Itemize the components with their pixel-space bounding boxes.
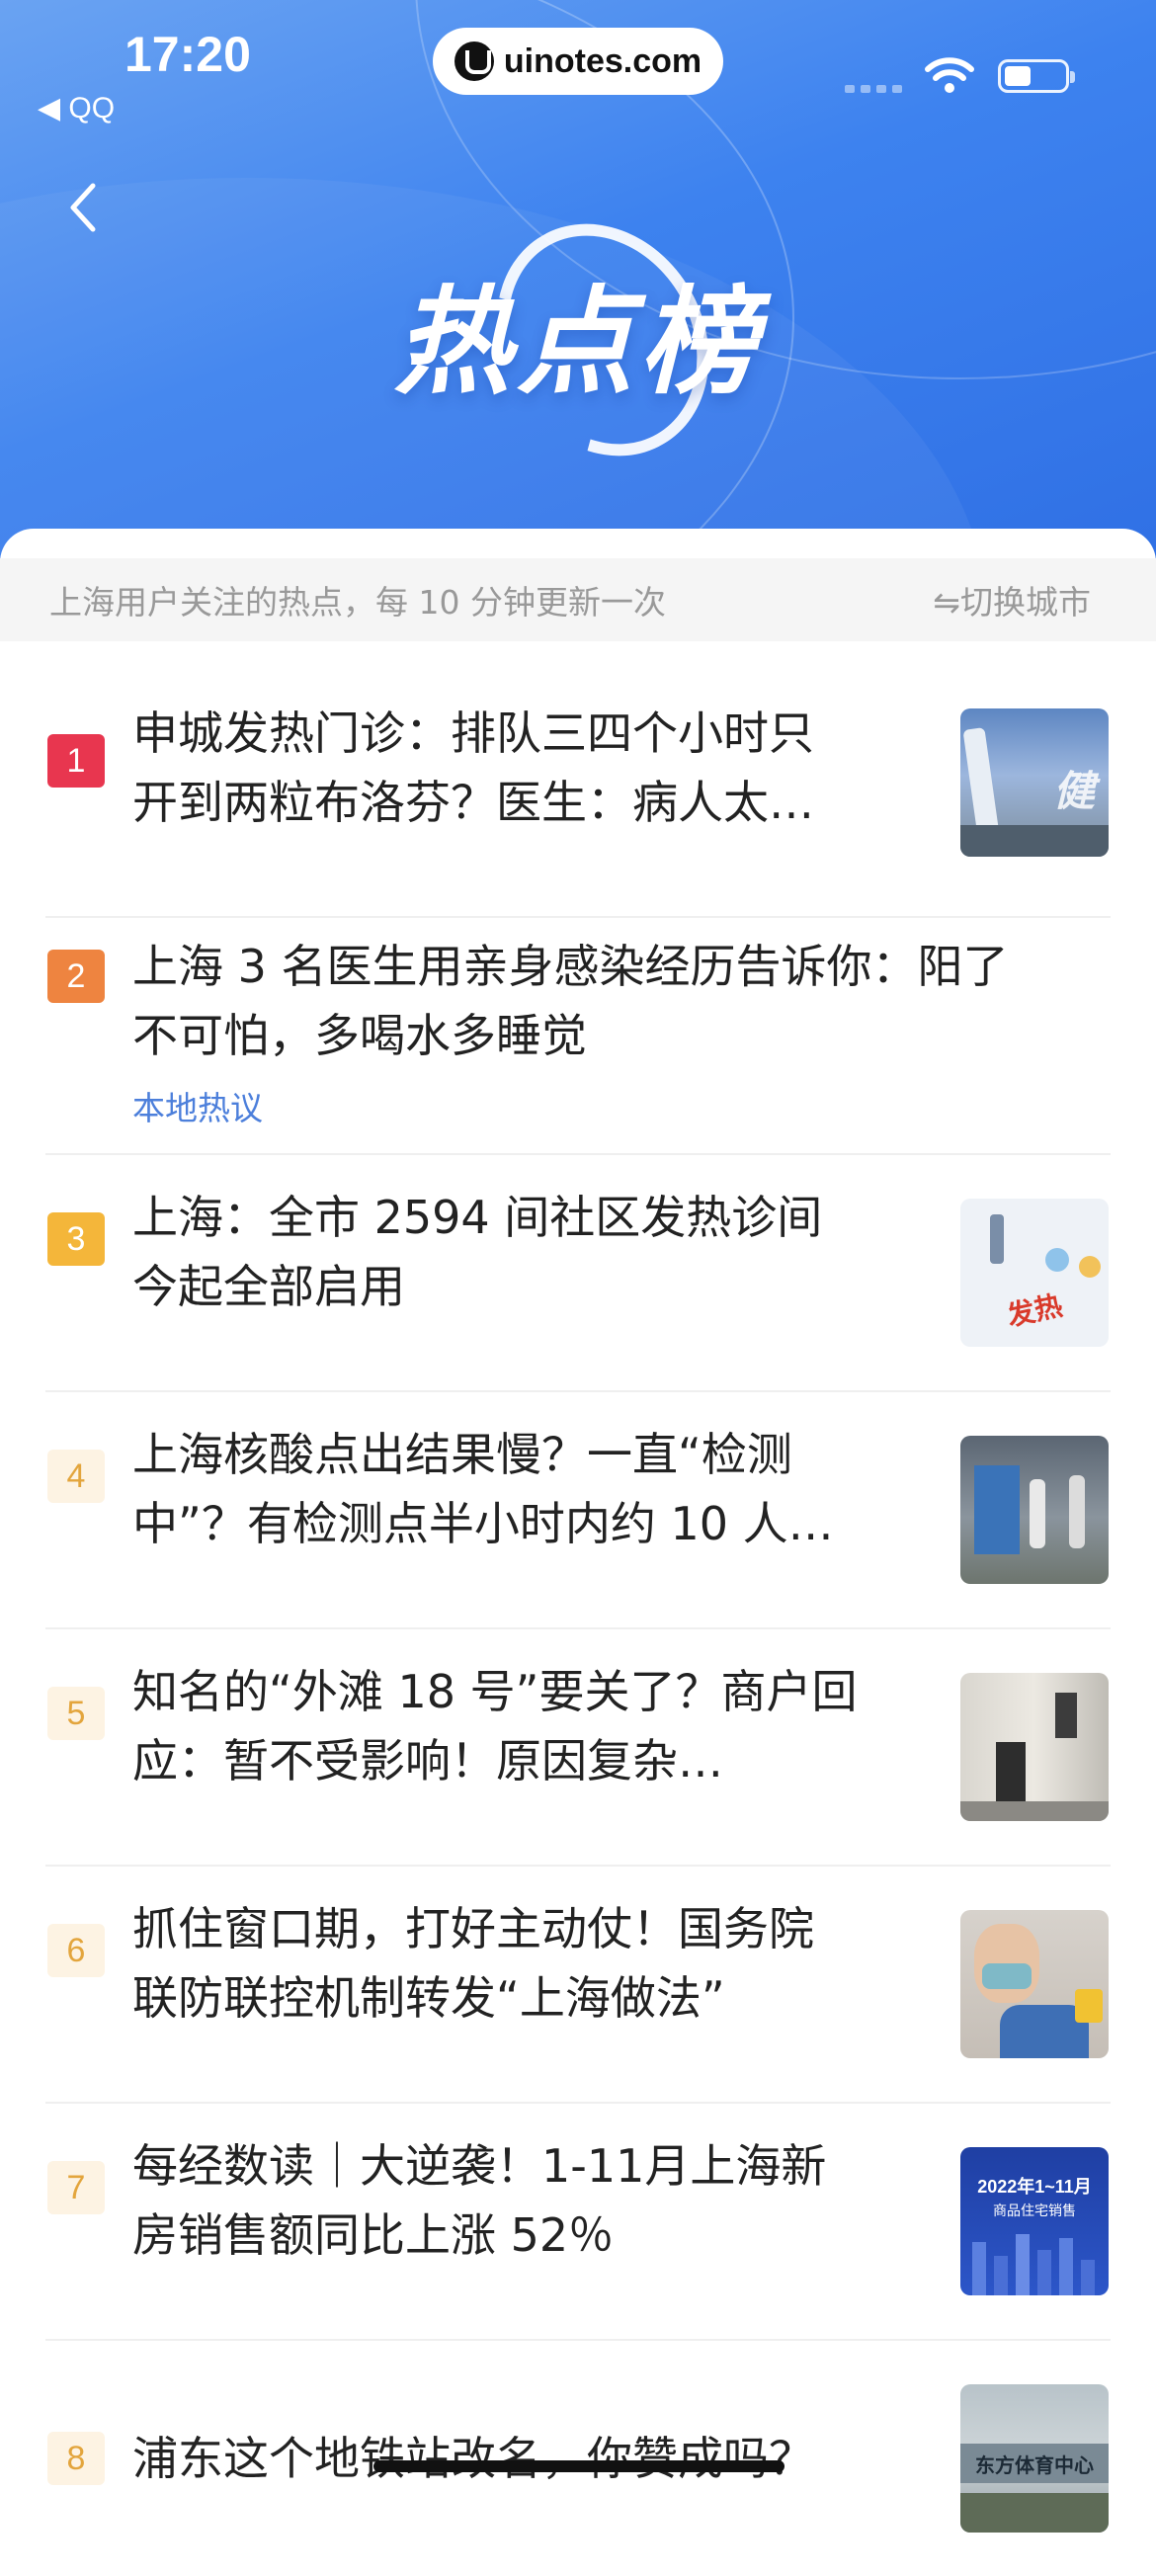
headline: 抓住窗口期，打好主动仗！国务院 联防联控机制转发“上海做法” (132, 1902, 814, 2025)
headline: 上海：全市 2594 间社区发热诊间 今起全部启用 (132, 1191, 823, 1313)
home-indicator[interactable] (373, 2460, 784, 2472)
list-item[interactable]: 1 申城发热门诊：排队三四个小时只 开到两粒布洛芬？医生：病人太… 健 (0, 679, 1156, 916)
update-notice: 上海用户关注的热点，每 10 分钟更新一次 (49, 583, 666, 622)
back-arrow-icon[interactable] (59, 178, 109, 237)
testing-booth-image (960, 1436, 1109, 1584)
hot-list-banner: 17:20 ◀ QQ uinotes.com 热点榜 (0, 0, 1156, 593)
status-bar: 17:20 ◀ QQ uinotes.com (0, 0, 1156, 125)
wifi-icon (925, 57, 974, 93)
sales-chart-image: 2022年1~11月 商品住宅销售 (960, 2147, 1109, 2295)
rank-badge: 7 (47, 2161, 105, 2214)
list-item[interactable]: 5 知名的“外滩 18 号”要关了？商户回 应：暂不受影响！原因复杂… (0, 1627, 1156, 1865)
cellular-signal-icon (845, 85, 904, 93)
list-item[interactable]: 6 抓住窗口期，打好主动仗！国务院 联防联控机制转发“上海做法” (0, 1865, 1156, 2102)
uinotes-logo-icon (454, 42, 494, 81)
rank-badge: 1 (47, 734, 105, 788)
rank-badge: 5 (47, 1687, 105, 1740)
page-title: 热点榜 (393, 274, 762, 410)
rank-badge: 2 (47, 950, 105, 1003)
headline: 浦东这个地铁站改名，你赞成吗？ (132, 2432, 814, 2485)
watermark-text: uinotes.com (503, 42, 702, 80)
local-hot-tag[interactable]: 本地热议 (132, 1082, 263, 1129)
hot-list: 1 申城发热门诊：排队三四个小时只 开到两粒布洛芬？医生：病人太… 健 2 上海 … (0, 679, 1156, 2576)
headline: 上海核酸点出结果慢？一直“检测 中”？有检测点半小时内约 10 人… (132, 1428, 834, 1550)
building-image (960, 1673, 1109, 1821)
watermark-badge: uinotes.com (433, 28, 723, 95)
back-to-app-link[interactable]: ◀ QQ (38, 91, 115, 125)
notice-bar: 上海用户关注的热点，每 10 分钟更新一次 ⇋切换城市 (0, 558, 1156, 641)
fever-image: 发热 (960, 1199, 1109, 1347)
list-item[interactable]: 4 上海核酸点出结果慢？一直“检测 中”？有检测点半小时内约 10 人… (0, 1390, 1156, 1627)
rank-badge: 3 (47, 1212, 105, 1266)
switch-city-button[interactable]: ⇋切换城市 (933, 576, 1091, 623)
jian-image: 健 (960, 708, 1109, 857)
list-item[interactable]: 2 上海 3 名医生用亲身感染经历告诉你：阳了 不可怕，多喝水多睡觉 本地热议 (0, 916, 1156, 1153)
headline: 知名的“外滩 18 号”要关了？商户回 应：暂不受影响！原因复杂… (132, 1665, 858, 1787)
headline: 申城发热门诊：排队三四个小时只 开到两粒布洛芬？医生：病人太… (132, 706, 814, 829)
headline: 上海 3 名医生用亲身感染经历告诉你：阳了 不可怕，多喝水多睡觉 (132, 940, 1009, 1062)
status-time: 17:20 (124, 27, 251, 82)
rank-badge: 4 (47, 1450, 105, 1503)
list-item[interactable]: 8 浦东这个地铁站改名，你赞成吗？ 东方体育中心 (0, 2339, 1156, 2576)
hot-list-card: 上海用户关注的热点，每 10 分钟更新一次 ⇋切换城市 1 申城发热门诊：排队三… (0, 529, 1156, 2533)
vaccination-image (960, 1910, 1109, 2058)
battery-icon (998, 59, 1075, 93)
sports-center-image: 东方体育中心 (960, 2384, 1109, 2533)
headline: 每经数读｜大逆袭！1-11月上海新 房销售额同比上涨 52％ (132, 2139, 827, 2262)
rank-badge: 8 (47, 2432, 105, 2485)
list-item[interactable]: 7 每经数读｜大逆袭！1-11月上海新 房销售额同比上涨 52％ 2022年1~1… (0, 2102, 1156, 2339)
list-item[interactable]: 3 上海：全市 2594 间社区发热诊间 今起全部启用 发热 (0, 1153, 1156, 1390)
rank-badge: 6 (47, 1924, 105, 1977)
